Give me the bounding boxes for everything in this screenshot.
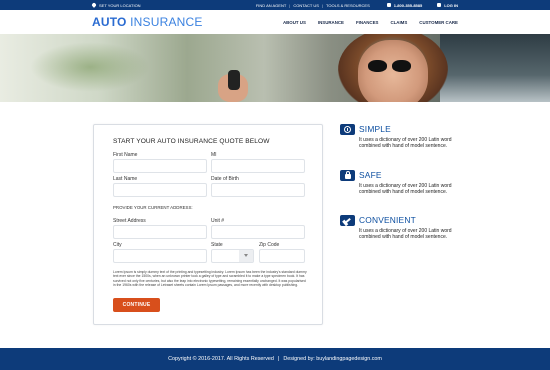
copyright-text: Copyright © 2016-2017. All Rights Reserv… (168, 356, 274, 362)
find-agent-link[interactable]: FIND AN AGENT (256, 3, 286, 8)
designer-credit-link[interactable]: Designed by: buylandingpagedesign.com (283, 356, 382, 362)
divider: | (277, 356, 280, 362)
clock-icon (340, 124, 355, 135)
main-nav: ABOUT US INSURANCE FINANCES CLAIMS CUSTO… (283, 20, 458, 25)
feature-title: CONVENIENT (359, 215, 416, 225)
nav-insurance[interactable]: INSURANCE (318, 20, 344, 25)
divider: | (289, 2, 291, 8)
feature-title: SIMPLE (359, 124, 391, 134)
feature-desc: It uses a dictionary of over 200 Latin w… (359, 137, 452, 150)
feature-desc: It uses a dictionary of over 200 Latin w… (359, 183, 452, 196)
car-keys-icon (228, 70, 240, 90)
last-name-input[interactable] (113, 183, 207, 197)
hammer-icon (340, 215, 355, 226)
contact-us-link[interactable]: CONTACT US (293, 3, 319, 8)
street-address-label: Street Address (113, 218, 146, 224)
first-name-label: First Name (113, 152, 138, 158)
hero-car (440, 34, 550, 102)
state-select[interactable] (211, 249, 254, 263)
form-title: START YOUR AUTO INSURANCE QUOTE BELOW (113, 138, 270, 145)
lock-icon (340, 170, 355, 181)
dob-input[interactable] (211, 183, 305, 197)
user-icon (437, 3, 442, 7)
first-name-input[interactable] (113, 159, 207, 173)
hero-banner-image (0, 34, 550, 102)
mi-label: MI (211, 152, 217, 158)
login-label: LOG IN (444, 2, 458, 8)
set-location-link[interactable]: SET YOUR LOCATION (91, 2, 141, 8)
nav-claims[interactable]: CLAIMS (390, 20, 407, 25)
nav-about-us[interactable]: ABOUT US (283, 20, 306, 25)
site-header: AUTO INSURANCE ABOUT US INSURANCE FINANC… (0, 10, 550, 34)
mi-input[interactable] (211, 159, 305, 173)
continue-button[interactable]: CONTINUE (113, 298, 160, 312)
site-footer: Copyright © 2016-2017. All Rights Reserv… (0, 348, 550, 370)
sunglasses-icon (368, 60, 414, 72)
divider: | (321, 2, 324, 8)
zip-code-label: Zip Code (259, 242, 280, 248)
hero-foliage (30, 42, 150, 92)
utility-links: FIND AN AGENT | CONTACT US | TOOLS & RES… (256, 3, 458, 8)
set-location-label: SET YOUR LOCATION (99, 2, 141, 8)
login-link[interactable]: LOG IN (437, 3, 458, 8)
last-name-label: Last Name (113, 176, 138, 182)
tools-resources-link[interactable]: TOOLS & RESOURCES (326, 3, 370, 8)
chevron-down-icon (239, 250, 253, 262)
phone-number: 1-800-355-8585 (393, 2, 423, 8)
street-address-input[interactable] (113, 225, 207, 239)
disclaimer-text: Lorem Ipsum is simply dummy text of the … (113, 270, 307, 287)
nav-customer-care[interactable]: CUSTOMER CARE (419, 20, 458, 25)
dob-label: Date of Birth (211, 176, 239, 182)
phone-link[interactable]: 1-800-355-8585 (386, 2, 423, 8)
unit-input[interactable] (211, 225, 305, 239)
logo-auto: AUTO (92, 15, 127, 29)
city-label: City (113, 242, 122, 248)
top-utility-bar: SET YOUR LOCATION FIND AN AGENT | CONTAC… (0, 0, 550, 10)
nav-finances[interactable]: FINANCES (356, 20, 378, 25)
unit-label: Unit # (211, 218, 225, 224)
state-label: State (211, 242, 223, 248)
site-logo[interactable]: AUTO INSURANCE (92, 15, 203, 29)
quote-form-card: START YOUR AUTO INSURANCE QUOTE BELOW Fi… (93, 124, 323, 325)
location-pin-icon (91, 2, 97, 8)
feature-desc: It uses a dictionary of over 200 Latin w… (359, 228, 452, 241)
address-section-label: PROVIDE YOUR CURRENT ADDRESS: (113, 205, 193, 210)
city-input[interactable] (113, 249, 207, 263)
logo-insurance: INSURANCE (130, 15, 203, 29)
phone-icon (386, 3, 391, 7)
feature-title: SAFE (359, 170, 382, 180)
zip-code-input[interactable] (259, 249, 305, 263)
